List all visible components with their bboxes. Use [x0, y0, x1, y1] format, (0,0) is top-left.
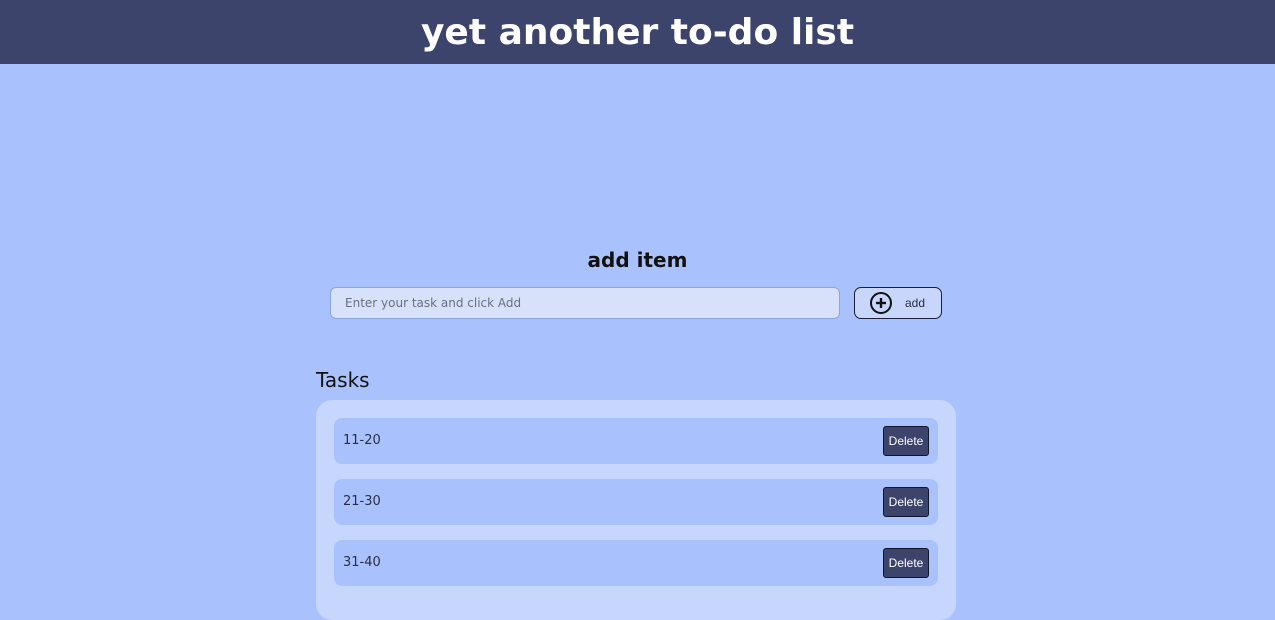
task-text: 21-30: [343, 494, 381, 509]
app-header: yet another to-do list: [0, 0, 1275, 64]
delete-button[interactable]: Delete: [883, 426, 929, 456]
tasks-panel: 11-20 Delete 21-30 Delete 31-40 Delete: [316, 400, 956, 620]
plus-circle-icon: [870, 292, 892, 314]
task-row: 31-40 Delete: [334, 540, 938, 586]
task-row: 21-30 Delete: [334, 479, 938, 525]
delete-button[interactable]: Delete: [883, 487, 929, 517]
tasks-heading: Tasks: [316, 368, 370, 392]
delete-button[interactable]: Delete: [883, 548, 929, 578]
app-title: yet another to-do list: [420, 11, 855, 53]
task-row: 11-20 Delete: [334, 418, 938, 464]
add-button-label: add: [905, 296, 926, 310]
task-text: 31-40: [343, 555, 381, 570]
add-item-heading: add item: [587, 248, 688, 272]
add-button[interactable]: add: [854, 287, 942, 319]
task-text: 11-20: [343, 433, 381, 448]
task-input[interactable]: [330, 287, 840, 319]
